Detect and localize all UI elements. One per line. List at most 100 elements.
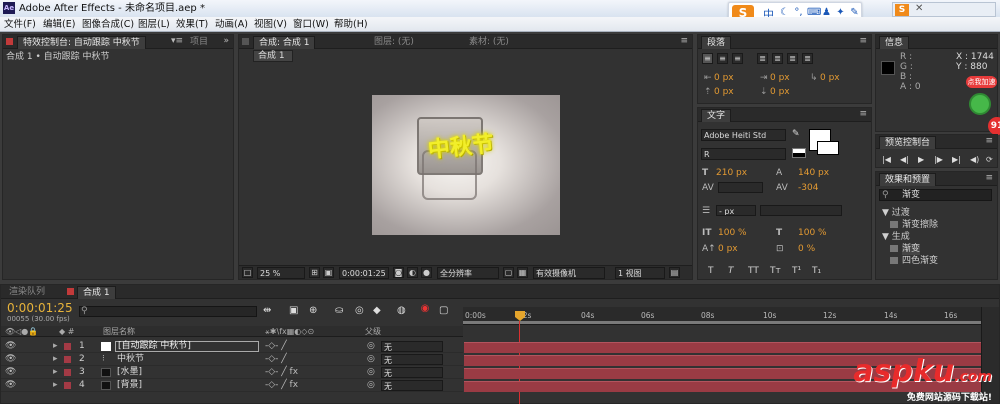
viewer-timecode[interactable]: 0:00:01:25 xyxy=(339,267,389,279)
parent-select[interactable]: 无 xyxy=(381,341,443,352)
character-menu-icon[interactable]: ≡ xyxy=(859,109,867,119)
mascot-icon[interactable] xyxy=(969,93,991,115)
camera-select[interactable]: 有效摄像机 xyxy=(533,267,605,279)
stroke-order-select[interactable] xyxy=(760,205,842,216)
indent-right-value[interactable]: 0 px xyxy=(770,73,790,84)
layer-switches[interactable]: -◇- ╱ xyxy=(265,341,287,352)
justify-right-icon[interactable]: ≣ xyxy=(787,53,798,64)
pickwhip-icon[interactable]: ◎ xyxy=(367,367,375,378)
faux-italic-button[interactable]: T xyxy=(728,266,734,277)
timeline-lock-icon[interactable] xyxy=(67,288,74,295)
expand-arrow-icon[interactable]: ▸ xyxy=(53,354,58,365)
layer-name[interactable]: [自动跟踪 中秋节] xyxy=(115,341,259,352)
eyedropper-icon[interactable]: ✎ xyxy=(792,129,800,140)
show-snapshot-icon[interactable]: ◐ xyxy=(407,267,418,278)
last-frame-icon[interactable]: ▶| xyxy=(952,154,961,165)
tab-render-queue[interactable]: 渲染队列 xyxy=(4,286,50,299)
small-caps-button[interactable]: Tт xyxy=(770,266,781,277)
comp-mini-flowchart-icon[interactable]: ⇹ xyxy=(263,305,271,316)
first-frame-icon[interactable]: |◀ xyxy=(882,154,891,165)
viewer-lock-icon[interactable] xyxy=(242,38,249,45)
visibility-icon[interactable]: 👁 xyxy=(5,341,16,352)
visibility-icon[interactable]: 👁 xyxy=(5,380,16,391)
play-icon[interactable]: ▶ xyxy=(918,154,924,165)
default-colors-swatch[interactable] xyxy=(792,148,806,158)
align-right-icon[interactable]: ≡ xyxy=(732,53,743,64)
layer-row[interactable]: 👁 ▸ 1 [自动跟踪 中秋节] -◇- ╱ ◎ 无 xyxy=(1,341,463,353)
viewer-menu-icon[interactable]: ≡ xyxy=(680,36,688,46)
space-before-value[interactable]: 0 px xyxy=(714,87,734,98)
layer-row[interactable]: 👁 ▸ 4 [背景] -◇- ╱ fx ◎ 无 xyxy=(1,380,463,392)
tab-paragraph[interactable]: 段落 xyxy=(701,36,732,49)
snapshot-icon[interactable]: ◙ xyxy=(393,267,404,278)
region-of-interest-icon[interactable]: ▢ xyxy=(503,267,514,278)
auto-keyframe-icon[interactable]: ▢ xyxy=(439,305,448,316)
font-size-value[interactable]: 210 px xyxy=(716,168,747,179)
indent-left-value[interactable]: 0 px xyxy=(714,73,734,84)
next-frame-icon[interactable]: |▶ xyxy=(934,154,943,165)
superscript-button[interactable]: T¹ xyxy=(792,266,801,277)
all-caps-button[interactable]: TT xyxy=(748,266,759,277)
tree-item-transition[interactable]: ▼ 过渡 xyxy=(882,208,910,219)
menu-effect[interactable]: 效果(T) xyxy=(176,18,208,31)
font-family-select[interactable]: Adobe Heiti Std xyxy=(701,129,786,141)
tree-item-generate[interactable]: ▼ 生成 xyxy=(882,232,910,243)
speedup-promo[interactable]: 点我加速 xyxy=(966,76,997,88)
brainstorm-icon[interactable]: ◍ xyxy=(397,305,406,316)
layer-name[interactable]: [水墨] xyxy=(117,367,142,378)
timeline-search-input[interactable]: ⚲ xyxy=(79,306,257,317)
pickwhip-icon[interactable]: ◎ xyxy=(367,341,375,352)
tab-close-icon[interactable]: ▾≡ xyxy=(171,36,183,46)
menu-animation[interactable]: 动画(A) xyxy=(215,18,248,31)
score-badge[interactable]: 91 xyxy=(988,117,1000,135)
label-color-swatch[interactable] xyxy=(64,343,71,350)
visibility-icon[interactable]: 👁 xyxy=(5,367,16,378)
baseline-shift-value[interactable]: 0 px xyxy=(718,244,738,255)
zoom-select[interactable]: 25 % xyxy=(257,267,305,279)
expand-arrow-icon[interactable]: ▸ xyxy=(53,367,58,378)
justify-left-icon[interactable]: ≣ xyxy=(757,53,768,64)
tsume-value[interactable]: 0 % xyxy=(798,244,815,255)
mute-audio-icon[interactable]: ◀) xyxy=(970,154,979,165)
font-style-select[interactable]: R xyxy=(701,148,786,160)
parent-header[interactable]: 父级 xyxy=(365,326,381,337)
shy-layers-icon[interactable]: ⊕ xyxy=(309,305,317,316)
stroke-color-swatch[interactable] xyxy=(817,141,839,155)
loop-icon[interactable]: ⟳ xyxy=(986,154,993,165)
layer-name-header[interactable]: 图层名称 xyxy=(103,326,135,337)
parent-select[interactable]: 无 xyxy=(381,354,443,365)
tree-item-four-color-gradient[interactable]: 四色渐变 xyxy=(902,256,938,267)
fast-preview-icon[interactable]: ▤ xyxy=(669,267,680,278)
paragraph-menu-icon[interactable]: ≡ xyxy=(859,36,867,46)
tab-effects-presets[interactable]: 效果和预置 xyxy=(879,173,937,186)
pickwhip-icon[interactable]: ◎ xyxy=(367,354,375,365)
subscript-button[interactable]: T₁ xyxy=(812,266,821,277)
frame-blending-icon[interactable]: ⛀ xyxy=(335,305,343,316)
parent-select[interactable]: 无 xyxy=(381,367,443,378)
prev-frame-icon[interactable]: ◀| xyxy=(900,154,909,165)
space-after-value[interactable]: 0 px xyxy=(770,87,790,98)
ime-close-icon[interactable]: ✕ xyxy=(915,3,923,14)
composition-canvas[interactable]: 中秋节 xyxy=(372,95,560,235)
tab-character[interactable]: 文字 xyxy=(701,109,732,122)
tree-item-gradient-wipe[interactable]: 渐变擦除 xyxy=(902,220,938,231)
tab-info[interactable]: 信息 xyxy=(879,36,910,49)
motion-blur-icon[interactable]: ◎ xyxy=(355,305,364,316)
composition-subtab[interactable]: 合成 1 xyxy=(253,50,293,62)
visibility-icon[interactable]: 👁 xyxy=(5,354,16,365)
transparency-grid-icon[interactable]: ▦ xyxy=(517,267,528,278)
align-center-icon[interactable]: ≡ xyxy=(717,53,728,64)
expand-arrow-icon[interactable]: ▸ xyxy=(53,341,58,352)
justify-center-icon[interactable]: ≣ xyxy=(772,53,783,64)
tab-effect-controls[interactable]: 特效控制台: 自动跟踪 中秋节 xyxy=(17,36,146,49)
effects-menu-icon[interactable]: ≡ xyxy=(985,173,993,183)
layer-name[interactable]: [背景] xyxy=(117,380,142,391)
faux-bold-button[interactable]: T xyxy=(708,266,714,277)
effects-search-input[interactable]: 渐变 xyxy=(902,190,920,201)
stroke-width-select[interactable]: - px xyxy=(716,205,756,216)
panel-menu-icon[interactable]: » xyxy=(223,36,229,46)
tab-comp-1[interactable]: 合成 1 xyxy=(77,286,116,299)
layer-row[interactable]: 👁 ▸ 2 ⁝ 中秋节 -◇- ╱ ◎ 无 xyxy=(1,354,463,366)
ime-mini-bar[interactable]: S ✕ xyxy=(892,2,996,17)
layer-duration-bar[interactable] xyxy=(464,342,981,353)
